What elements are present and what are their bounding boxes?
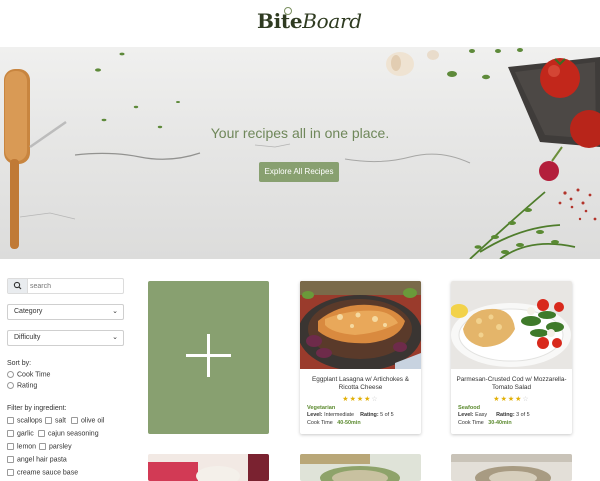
ingredient-creame-sauce-base[interactable]: creame sauce base: [7, 469, 78, 479]
recipe-title[interactable]: Eggplant Lasagna w/ Artichokes & Ricotta…: [304, 376, 417, 392]
add-recipe-card[interactable]: [148, 281, 269, 434]
site-logo[interactable]: BiteBoard: [257, 7, 362, 33]
rating-stars: ★★★★☆: [451, 395, 572, 403]
recipe-level-rating: Level: Easy Rating: 3 of 5: [458, 412, 530, 418]
site-header: BiteBoard: [0, 0, 600, 47]
sort-label: Sort by:: [7, 360, 32, 367]
level-value: Easy: [475, 412, 488, 418]
level-label: Level:: [307, 412, 323, 418]
ingredient-label: salt: [55, 417, 66, 425]
checkbox-icon[interactable]: [71, 417, 78, 424]
ingredient-label: creame sauce base: [17, 469, 79, 477]
chevron-down-icon: ⌄: [112, 334, 118, 341]
recipe-image: [451, 454, 572, 481]
checkbox-icon[interactable]: [7, 417, 14, 424]
cook-time-value: 40-50min: [337, 420, 361, 426]
recipe-image: [300, 454, 421, 481]
checkbox-icon[interactable]: [7, 469, 14, 476]
hero-background-art: [4, 48, 600, 259]
cook-time-value: 30-40min: [488, 420, 512, 426]
recipe-cook-time: Cook Time 30-40min: [458, 420, 512, 426]
recipe-card-partial[interactable]: [300, 454, 421, 481]
recipe-card[interactable]: Eggplant Lasagna w/ Artichokes & Ricotta…: [300, 281, 421, 434]
recipe-category: Seafood: [458, 405, 481, 411]
ingredient-label: lemon: [17, 443, 37, 451]
star-outline-icon: ☆: [371, 396, 379, 403]
ingredient-label: garlic: [17, 430, 34, 438]
rating-label: Rating:: [360, 412, 379, 418]
star-icon: ★: [493, 396, 501, 403]
logo-board: Board: [302, 9, 362, 33]
explore-all-recipes-button[interactable]: Explore All Recipes: [259, 162, 339, 182]
recipe-card-partial[interactable]: [451, 454, 572, 481]
category-select-value: Category: [14, 308, 43, 315]
ingredient-label: cajun seasoning: [48, 430, 99, 438]
rating-label: Rating:: [496, 412, 515, 418]
ingredient-salt[interactable]: salt: [45, 417, 66, 427]
logo-bite: Bite: [257, 9, 303, 33]
ingredient-label: angel hair pasta: [17, 456, 67, 464]
level-label: Level:: [458, 412, 474, 418]
rating-value: 5 of 5: [380, 412, 394, 418]
recipe-card-partial[interactable]: [148, 454, 269, 481]
search-box: [7, 278, 124, 294]
star-outline-icon: ☆: [522, 396, 530, 403]
sort-option-label: Rating: [17, 382, 38, 390]
ingredient-lemon[interactable]: lemon: [7, 443, 36, 453]
recipe-image: [148, 454, 269, 481]
radio-icon[interactable]: [7, 382, 14, 389]
checkbox-icon[interactable]: [7, 456, 14, 463]
rating-stars: ★★★★☆: [300, 395, 421, 403]
difficulty-select-value: Difficulty: [14, 334, 41, 341]
cook-time-label: Cook Time: [307, 420, 333, 426]
ingredient-angel-hair-pasta[interactable]: angel hair pasta: [7, 456, 67, 466]
checkbox-icon[interactable]: [45, 417, 52, 424]
rating-value: 3 of 5: [516, 412, 530, 418]
checkbox-icon[interactable]: [7, 430, 14, 437]
star-icon: ★: [349, 396, 357, 403]
ingredient-cajun-seasoning[interactable]: cajun seasoning: [38, 430, 99, 440]
ingredient-label: scallops: [17, 417, 43, 425]
recipe-cook-time: Cook Time 40-50min: [307, 420, 361, 426]
logo-leaf-icon: [284, 7, 292, 15]
recipe-image: [451, 281, 572, 369]
ingredient-label: parsley: [49, 443, 72, 451]
recipe-title[interactable]: Parmesan-Crusted Cod w/ Mozzarella-Tomat…: [455, 376, 568, 392]
recipe-category: Vegetarian: [307, 405, 336, 411]
category-select[interactable]: Category ⌄: [7, 304, 124, 320]
radio-icon[interactable]: [7, 371, 14, 378]
sort-option-label: Cook Time: [17, 371, 51, 379]
level-value: Intermediate: [324, 412, 355, 418]
search-icon[interactable]: [8, 279, 28, 293]
chevron-down-icon: ⌄: [112, 308, 118, 315]
ingredient-olive-oil[interactable]: olive oil: [71, 417, 104, 427]
checkbox-icon[interactable]: [7, 443, 14, 450]
star-icon: ★: [342, 396, 350, 403]
recipe-card[interactable]: Parmesan-Crusted Cod w/ Mozzarella-Tomat…: [451, 281, 572, 434]
recipe-level-rating: Level: Intermediate Rating: 5 of 5: [307, 412, 394, 418]
difficulty-select[interactable]: Difficulty ⌄: [7, 330, 124, 346]
ingredient-label: olive oil: [81, 417, 105, 425]
ingredient-scallops[interactable]: scallops: [7, 417, 42, 427]
ingredient-garlic[interactable]: garlic: [7, 430, 34, 440]
search-input[interactable]: [30, 280, 122, 292]
recipe-image: [300, 281, 421, 369]
checkbox-icon[interactable]: [38, 430, 45, 437]
spatula-icon: [4, 69, 67, 249]
sort-option-cook-time[interactable]: Cook Time: [7, 371, 50, 381]
sort-option-rating[interactable]: Rating: [7, 382, 37, 392]
checkbox-icon[interactable]: [39, 443, 46, 450]
star-icon: ★: [500, 396, 508, 403]
hero-title: Your recipes all in one place.: [210, 125, 390, 141]
filter-label: Filter by ingredient:: [7, 405, 67, 412]
hero-banner: Your recipes all in one place. Explore A…: [0, 47, 600, 259]
ingredient-parsley[interactable]: parsley: [39, 443, 72, 453]
cook-time-label: Cook Time: [458, 420, 484, 426]
